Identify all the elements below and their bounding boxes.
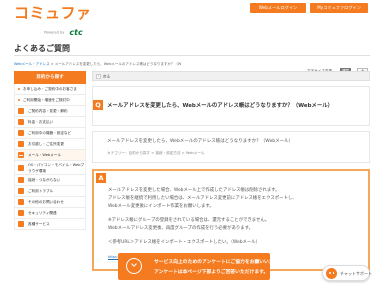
answer-badge: A <box>96 173 106 183</box>
answer-line: Webメール変更後にインポート作業をお願いします。 <box>108 204 214 209</box>
survey-text-line1: サービス向上のためのアンケートにご協力をお願いいたします。 <box>154 260 293 265</box>
sidebar-item-mail[interactable]: メール・Webメール <box>14 150 86 161</box>
breadcrumb-current: > メールアドレスを変更したら、Webメールのアドレス帳はどうなりますか？（W <box>49 62 182 66</box>
site-logo[interactable]: コミュファ Powered by ctc <box>14 4 92 38</box>
grid-icon <box>18 221 24 227</box>
question-box: Q メールアドレスを変更したら、Webメールのアドレス帳はどうなりますか？（We… <box>92 86 370 126</box>
site-header: コミュファ Powered by ctc Webメールログイン Myコミュファロ… <box>0 0 380 38</box>
reference-url-line[interactable]: ＜参考URL＞アドレス帳をインポート・エクスポートしたい。（Webメール） <box>108 239 260 245</box>
connection-icon <box>18 177 24 183</box>
chat-label: チャットサポート <box>340 271 372 276</box>
sidebar-item-trouble[interactable]: ご利用トラブル <box>14 186 86 197</box>
chevron-down-circle-icon <box>126 258 142 274</box>
back-row: ‹ 戻る <box>92 71 370 81</box>
sidebar-item-label: OS・パソコン・モバイル・Webブラウザ環境 <box>28 163 85 173</box>
breadcrumb-link[interactable]: Webメール・アドレス <box>14 62 50 66</box>
logo-sub: Powered by ctc <box>44 22 83 41</box>
logo-ctc: ctc <box>69 28 83 37</box>
answer-line: ※アドレス帳にグループの登録をされている場合は、還元することができません。 <box>108 218 270 223</box>
shield-icon <box>18 210 24 216</box>
sidebar-item-label: お引越し・ご住所変更 <box>28 142 64 146</box>
answer-line: アドレス帳を継続で利用したい場合は、メールアドレス変更前にアドレス帳をエクスポー… <box>108 196 297 201</box>
logo-text: コミュファ <box>14 4 92 22</box>
sidebar: 目的から探す お申し込み・ご契約中のお客さま ご利用開始・増速をご検討中 ご契約… <box>14 71 86 230</box>
sidebar-item-label: 料金・お支払い <box>28 120 54 124</box>
sidebar-item-label: 接続・つながらない <box>28 178 61 182</box>
webmail-login-button[interactable]: Webメールログイン <box>250 3 306 13</box>
category-path: カテゴリー：目的から探す > 接続・設定方法 > Webメール <box>107 151 205 155</box>
survey-banner[interactable]: サービス向上のためのアンケートにご協力をお願いいたします。 アンケートは本ページ… <box>118 253 292 280</box>
sidebar-item-label: その他のお問い合わせ <box>28 200 64 204</box>
sidebar-item-other[interactable]: その他のお問い合わせ <box>14 197 86 208</box>
bullet-dot <box>18 88 20 90</box>
chat-avatar-icon <box>326 268 337 279</box>
sidebar-item-os-environment[interactable]: OS・パソコン・モバイル・Webブラウザ環境 <box>14 161 86 175</box>
question-detail-box: メールアドレスを変更したら、Webメールのアドレス帳はどうなりますか？（Webメ… <box>92 131 370 163</box>
answer-line: Webメールアドレス変更後、再度グループの作成を行う必要があります。 <box>108 226 253 231</box>
sidebar-item-label: 各種サービス <box>28 222 50 226</box>
sidebar-item-security[interactable]: セキュリティ関連 <box>14 208 86 219</box>
survey-text-line2: アンケートは本ページ下部よりご回答いただけます。 <box>154 270 269 275</box>
sidebar-item-contract[interactable]: ご契約内容・変更・解約 <box>14 106 86 117</box>
question-title: メールアドレスを変更したら、Webメールのアドレス帳はどうなりますか？（Webメ… <box>107 103 333 109</box>
sidebar-item-label: ご契約内容・変更・解約 <box>28 109 68 113</box>
warning-icon <box>18 188 24 194</box>
title-divider <box>14 55 370 56</box>
chat-support-widget[interactable]: チャットサポート <box>322 265 372 281</box>
mycommufa-login-button[interactable]: Myコミュファログイン <box>310 3 368 13</box>
router-icon <box>18 130 24 136</box>
computer-icon <box>18 165 24 171</box>
question-badge: Q <box>93 100 103 110</box>
back-button[interactable]: ‹ 戻る <box>96 73 111 80</box>
back-label: 戻る <box>103 74 111 78</box>
sidebar-item-label: メール・Webメール <box>28 153 61 157</box>
breadcrumb: Webメール・アドレス > メールアドレスを変更したら、Webメールのアドレス帳… <box>14 62 181 67</box>
question-icon <box>18 199 24 205</box>
sidebar-item-label: お申し込み・ご契約中のお客さま <box>23 87 77 91</box>
sidebar-item-billing[interactable]: 料金・お支払い <box>14 117 86 128</box>
sidebar-item-applying[interactable]: お申し込み・ご契約中のお客さま <box>14 84 86 95</box>
house-icon <box>18 141 24 147</box>
sidebar-item-label: セキュリティ関連 <box>28 211 57 215</box>
page-title: よくあるご質問 <box>14 44 70 53</box>
yen-icon <box>18 119 24 125</box>
sidebar-item-moving[interactable]: お引越し・ご住所変更 <box>14 139 86 150</box>
sidebar-item-devices[interactable]: ご利用中の機器・設定など <box>14 128 86 139</box>
sidebar-item-services[interactable]: 各種サービス <box>14 219 86 230</box>
question-detail: メールアドレスを変更したら、Webメールのアドレス帳はどうなりますか？（Webメ… <box>107 139 294 144</box>
chevron-left-icon: ‹ <box>96 73 101 79</box>
sidebar-item-connection[interactable]: 接続・つながらない <box>14 175 86 186</box>
logo-powered: Powered by <box>44 30 65 35</box>
bullet-dot <box>18 99 20 101</box>
answer-line: メールアドレスを変更した場合、Webメール上で作成したアドレス帳は削除されます。 <box>108 188 280 193</box>
sidebar-item-label: ご利用開始・増速をご検討中 <box>23 98 70 102</box>
sidebar-item-label: ご利用トラブル <box>28 189 54 193</box>
document-icon <box>18 108 24 114</box>
sidebar-header: 目的から探す <box>14 71 86 84</box>
sidebar-item-label: ご利用中の機器・設定など <box>28 131 72 135</box>
sidebar-item-considering[interactable]: ご利用開始・増速をご検討中 <box>14 95 86 106</box>
mail-icon <box>18 152 24 158</box>
